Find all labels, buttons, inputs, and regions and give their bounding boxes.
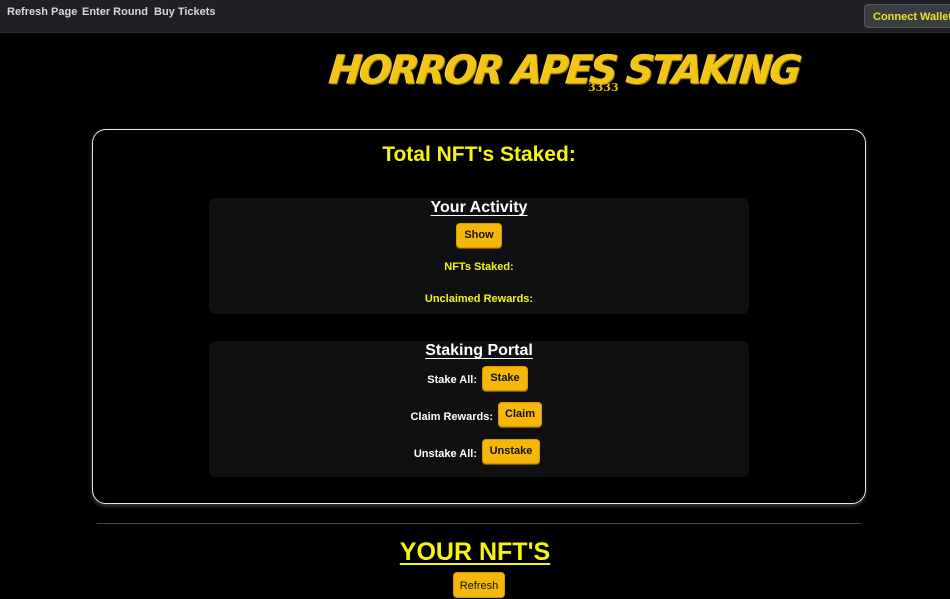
nav-link-refresh-page[interactable]: Refresh Page xyxy=(7,6,77,18)
nav-link-buy-tickets[interactable]: Buy Tickets xyxy=(154,6,216,18)
staking-portal-title: Staking Portal xyxy=(425,342,533,359)
staking-portal-panel: Staking Portal Stake All: Stake Claim Re… xyxy=(209,341,749,477)
your-activity-title: Your Activity xyxy=(430,199,528,216)
your-nfts-title: YOUR NFT'S xyxy=(399,538,551,566)
staking-card: Total NFT's Staked: Your Activity Show N… xyxy=(92,129,866,504)
unstake-button[interactable]: Unstake xyxy=(482,439,540,464)
logo-title: HORROR APES STAKING xyxy=(327,46,803,94)
nfts-staked-label: NFTs Staked: xyxy=(444,261,514,273)
logo-subtitle: 3333 xyxy=(588,81,619,94)
claim-rewards-label: Claim Rewards: xyxy=(410,411,493,423)
total-staked-title: Total NFT's Staked: xyxy=(382,143,576,166)
refresh-nfts-button[interactable]: Refresh xyxy=(453,572,505,598)
stake-all-label: Stake All: xyxy=(427,374,477,386)
top-navbar: Refresh Page Enter Round Buy Tickets Con… xyxy=(0,0,950,33)
claim-button[interactable]: Claim xyxy=(498,402,542,427)
connect-wallet-button[interactable]: Connect Wallet xyxy=(864,4,950,28)
stake-button[interactable]: Stake xyxy=(482,366,528,391)
site-logo: HORROR APES STAKING 3333 xyxy=(318,40,802,96)
show-activity-button[interactable]: Show xyxy=(456,223,502,248)
unclaimed-rewards-label: Unclaimed Rewards: xyxy=(424,293,534,305)
nav-link-enter-round[interactable]: Enter Round xyxy=(82,6,148,18)
section-divider xyxy=(97,523,861,524)
unstake-all-label: Unstake All: xyxy=(413,448,477,460)
your-activity-panel: Your Activity Show NFTs Staked: Unclaime… xyxy=(209,198,749,314)
